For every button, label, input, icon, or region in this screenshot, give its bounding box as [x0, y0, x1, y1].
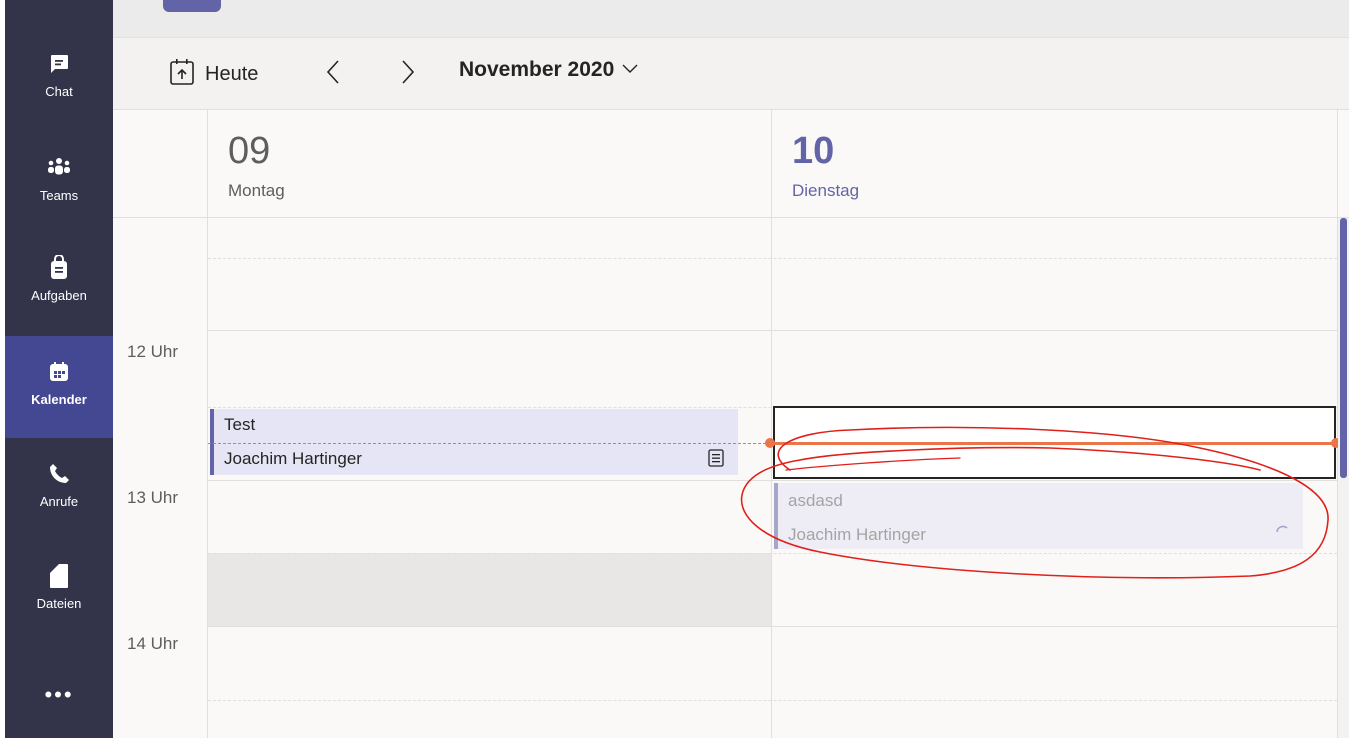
column-divider	[207, 110, 208, 738]
day-number: 09	[228, 130, 271, 172]
vertical-scrollbar[interactable]	[1338, 218, 1349, 738]
month-label: November 2020	[459, 58, 615, 81]
top-tab-indicator[interactable]	[163, 0, 221, 12]
rail-item-label: Teams	[39, 188, 79, 203]
current-time-dot	[765, 438, 775, 448]
chat-icon	[45, 50, 73, 78]
today-label: Heute	[205, 63, 259, 85]
teams-app: Chat Teams Aufgaben Kalender Anrufe Date…	[0, 0, 1349, 738]
current-time-line	[771, 442, 1337, 445]
half-hour-line	[208, 258, 1337, 259]
rail-item-label: Dateien	[36, 596, 82, 611]
previous-week-button[interactable]	[318, 56, 348, 92]
non-working-block	[208, 553, 771, 626]
file-icon	[45, 562, 73, 590]
rail-item-chat[interactable]: Chat	[5, 48, 113, 148]
chevron-left-icon	[326, 59, 340, 90]
meeting-notes-icon	[708, 449, 724, 472]
hour-line	[208, 480, 1337, 481]
day-headers: 09 Montag 10 Dienstag	[113, 110, 1349, 218]
hour-label: 14 Uhr	[127, 634, 179, 653]
month-picker[interactable]: November 2020	[459, 58, 638, 82]
event-title: Test	[224, 415, 256, 434]
half-hour-line	[208, 553, 1337, 554]
rail-item-label: Anrufe	[39, 494, 79, 509]
hour-line	[208, 626, 1337, 627]
rail-item-calls[interactable]: Anrufe	[5, 458, 113, 558]
rail-item-files[interactable]: Dateien	[5, 560, 113, 660]
day-number: 10	[792, 130, 835, 172]
teams-icon	[45, 154, 73, 182]
rail-item-label: Kalender	[31, 392, 87, 407]
more-apps-button[interactable]: •••	[5, 670, 113, 720]
event-organizer: Joachim Hartinger	[224, 449, 362, 468]
tasks-icon	[45, 254, 73, 282]
calendar-event[interactable]: Test Joachim Hartinger	[210, 409, 738, 475]
day-name: Montag	[228, 181, 285, 200]
calendar-toolbar: Heute November 2020	[113, 38, 1349, 110]
loading-spinner-icon	[1275, 523, 1289, 542]
today-icon	[169, 58, 195, 91]
phone-icon	[45, 460, 73, 488]
half-hour-line	[208, 700, 1337, 701]
more-icon: •••	[44, 682, 74, 707]
scrollbar-thumb[interactable]	[1340, 218, 1347, 478]
day-header-monday[interactable]: 09 Montag	[208, 110, 772, 218]
rail-item-label: Chat	[45, 84, 73, 99]
chevron-right-icon	[401, 59, 415, 90]
chevron-down-icon	[622, 61, 638, 79]
rail-item-teams[interactable]: Teams	[5, 152, 113, 252]
calendar-icon	[45, 358, 73, 386]
hour-line	[208, 330, 1337, 331]
day-header-tuesday[interactable]: 10 Dienstag	[772, 110, 1338, 218]
top-strip	[113, 0, 1349, 38]
event-organizer: Joachim Hartinger	[788, 525, 926, 544]
hour-label: 12 Uhr	[127, 342, 179, 361]
hour-label: 13 Uhr	[127, 488, 179, 507]
event-title: asdasd	[788, 491, 843, 510]
current-time-indicator	[208, 443, 771, 444]
app-rail: Chat Teams Aufgaben Kalender Anrufe Date…	[5, 0, 113, 738]
next-week-button[interactable]	[393, 56, 423, 92]
rail-item-calendar[interactable]: Kalender	[5, 336, 113, 438]
today-button[interactable]: Heute	[169, 58, 258, 91]
calendar-grid: 09 Montag 10 Dienstag 12 Uhr 13 Uhr 14 U…	[113, 110, 1349, 738]
column-divider	[771, 110, 772, 738]
calendar-event-pending[interactable]: asdasd Joachim Hartinger	[774, 483, 1303, 549]
day-name: Dienstag	[792, 181, 860, 200]
rail-item-label: Aufgaben	[31, 288, 87, 303]
